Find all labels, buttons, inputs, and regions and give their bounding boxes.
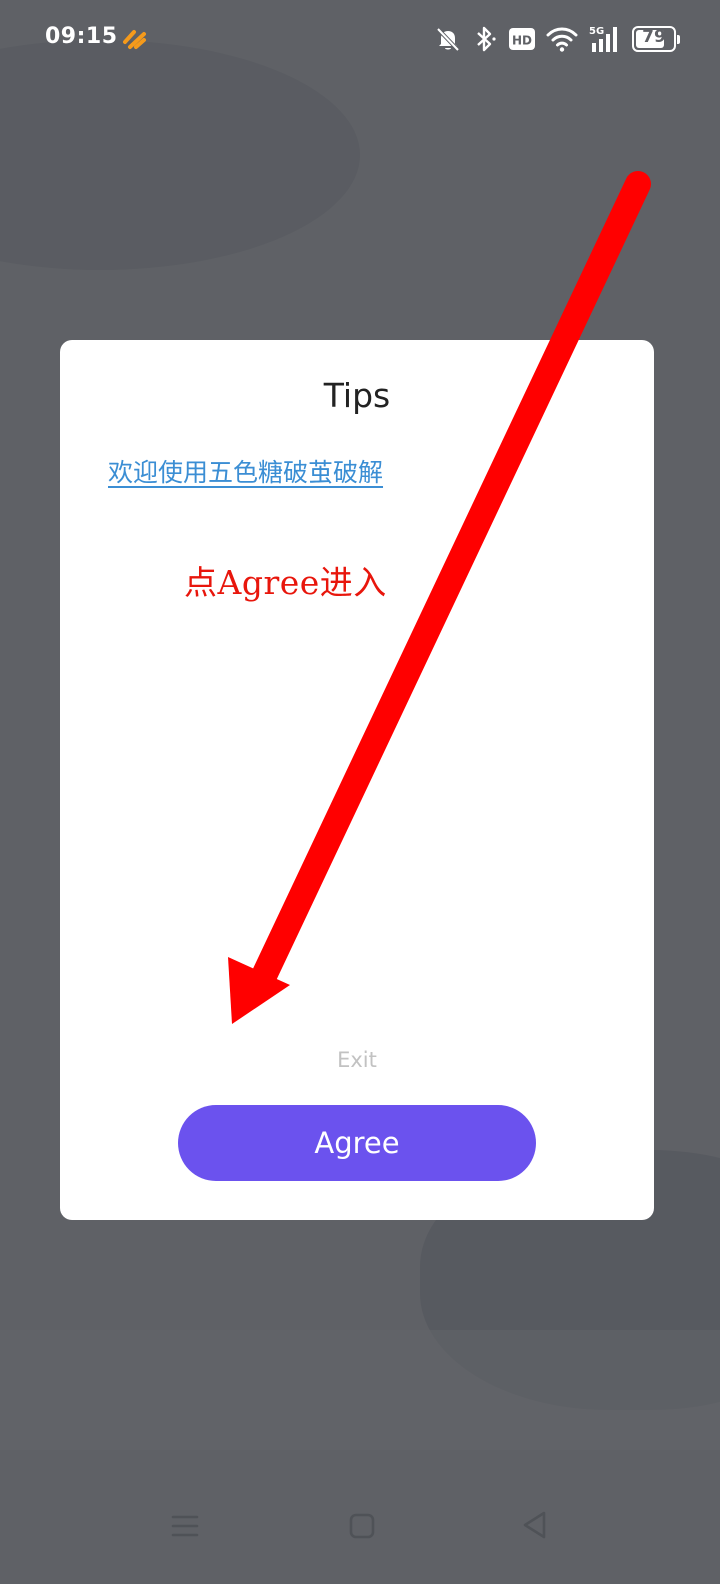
welcome-link[interactable]: 欢迎使用五色糖破茧破解: [108, 453, 383, 489]
menu-icon[interactable]: [171, 1512, 199, 1540]
svg-text:5G: 5G: [589, 26, 604, 37]
hd-icon: HD: [509, 28, 535, 50]
home-icon[interactable]: [348, 1512, 376, 1540]
back-icon[interactable]: [521, 1510, 549, 1540]
bluetooth-icon: [477, 26, 496, 52]
background-shape: [0, 1330, 720, 1450]
battery-level: 79: [642, 27, 666, 47]
svg-text:HD: HD: [512, 34, 532, 48]
agree-button[interactable]: Agree: [178, 1105, 536, 1181]
battery-icon: 79: [632, 26, 680, 52]
cellular-5g-icon: 5G: [589, 26, 617, 52]
navigation-bar: [0, 1490, 720, 1584]
status-time: 09:15: [45, 24, 118, 49]
screen: 09:15 HD 5G 79 Tips 欢迎使用五色糖破茧破解 点Agree进入…: [0, 0, 720, 1584]
status-bar: 09:15 HD 5G 79: [0, 0, 720, 80]
wifi-icon: [546, 27, 578, 52]
app-badge-icon: [123, 30, 146, 49]
bell-off-icon: [436, 27, 460, 52]
annotation-text: 点Agree进入: [184, 563, 387, 602]
dialog-title: Tips: [323, 376, 391, 415]
status-icons: HD 5G 79: [434, 24, 680, 54]
battery-cap: [677, 35, 680, 44]
exit-button[interactable]: Exit: [60, 1048, 654, 1072]
tips-dialog: Tips 欢迎使用五色糖破茧破解 点Agree进入 Exit Agree: [60, 340, 654, 1220]
